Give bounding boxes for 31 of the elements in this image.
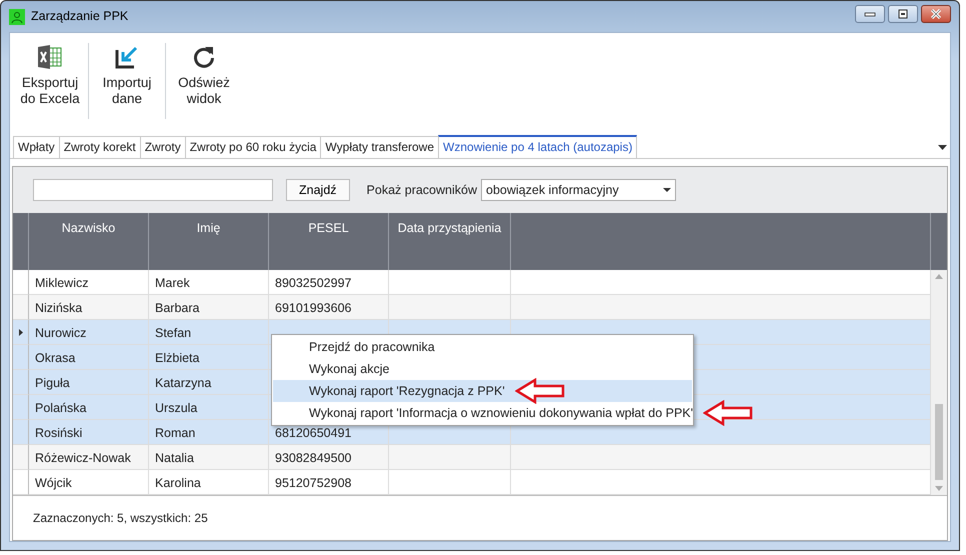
import-button[interactable]: Importuj dane bbox=[89, 41, 165, 125]
employee-filter-dropdown[interactable]: obowiązek informacyjny bbox=[481, 179, 676, 201]
tab-overflow-icon[interactable] bbox=[938, 144, 947, 150]
minimize-button[interactable] bbox=[855, 5, 885, 23]
scroll-up-icon[interactable] bbox=[935, 274, 943, 279]
excel-button[interactable]: Eksportuj do Excela bbox=[12, 41, 88, 125]
close-icon bbox=[929, 9, 943, 19]
scrollbar-thumb[interactable] bbox=[935, 404, 943, 480]
caret-icon bbox=[663, 188, 671, 192]
maximize-button[interactable] bbox=[888, 5, 918, 23]
refresh-icon bbox=[192, 45, 216, 69]
table-cell: 95120752908 bbox=[269, 470, 389, 495]
refresh-button[interactable]: Odśwież widok bbox=[166, 41, 242, 125]
window-title: Zarządzanie PPK bbox=[31, 8, 128, 26]
search-button[interactable]: Znajdź bbox=[286, 179, 350, 201]
scroll-down-icon[interactable] bbox=[935, 486, 943, 491]
filter-label: Pokaż pracowników bbox=[366, 182, 477, 199]
minimize-icon bbox=[864, 11, 876, 17]
tab[interactable]: Wpłaty bbox=[13, 136, 60, 158]
table-cell: Wójcik bbox=[29, 470, 149, 495]
status-text: Zaznaczonych: 5, wszystkich: 25 bbox=[13, 495, 947, 540]
excel-icon bbox=[37, 45, 63, 69]
import-icon bbox=[115, 45, 139, 69]
close-button[interactable] bbox=[921, 5, 951, 23]
menu-item[interactable]: Wykonaj raport 'Rezygnacja z PPK' bbox=[273, 380, 692, 402]
maximize-icon bbox=[897, 9, 909, 19]
tab[interactable]: Wznowienie po 4 latach (autozapis) bbox=[438, 135, 638, 158]
vertical-scrollbar[interactable] bbox=[931, 270, 947, 495]
app-icon bbox=[9, 8, 25, 24]
search-field[interactable] bbox=[33, 179, 273, 201]
table-cell: Karolina bbox=[149, 470, 269, 495]
